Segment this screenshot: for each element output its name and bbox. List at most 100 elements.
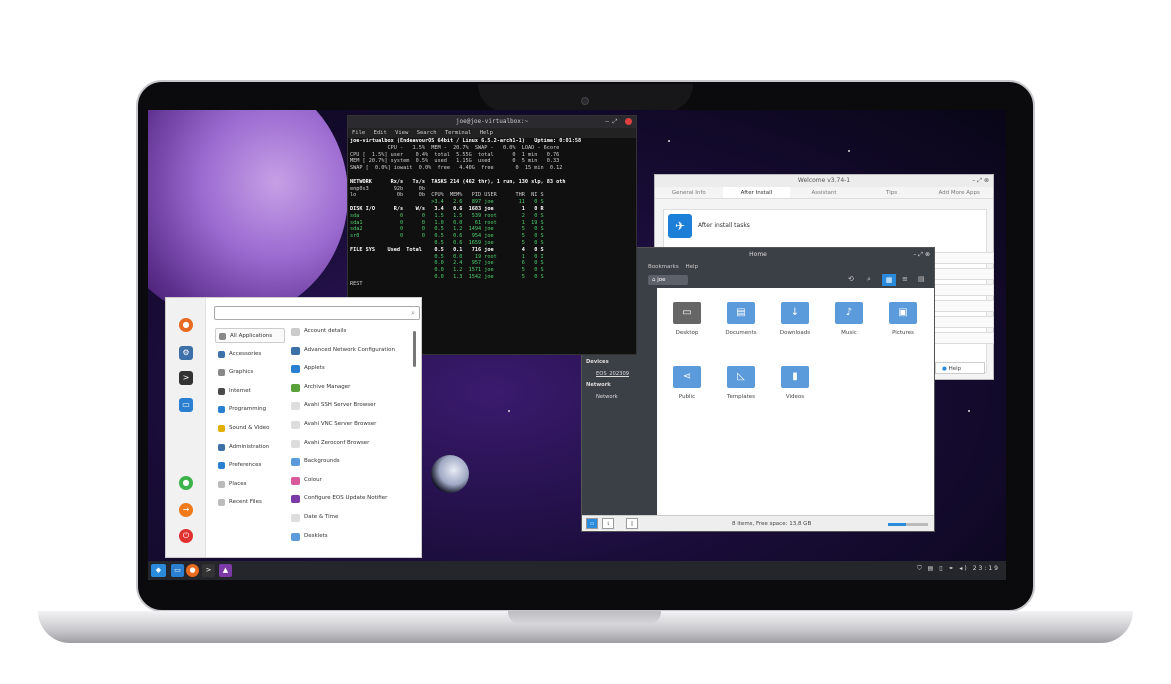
menu-app-item[interactable]: Account details bbox=[291, 324, 346, 339]
menu-bookmarks[interactable]: Bookmarks bbox=[648, 264, 679, 270]
menu-scrollbar[interactable] bbox=[413, 331, 416, 367]
clock[interactable]: 23:19 bbox=[973, 565, 1000, 572]
terminal-titlebar[interactable]: joe@joe-virtualbox:~ – ⤢ bbox=[348, 116, 636, 128]
welcome-titlebar[interactable]: Welcome v3.74-1 – ⤢ ⊗ bbox=[655, 175, 993, 187]
menu-app-item[interactable]: Avahi Zeroconf Browser bbox=[291, 436, 369, 451]
menu-category-item[interactable]: Recent Files bbox=[215, 495, 285, 510]
menu-category-item[interactable]: Internet bbox=[215, 384, 285, 399]
welcome-launcher-icon[interactable]: ▲ bbox=[219, 564, 232, 577]
menu-category-item[interactable]: Accessories bbox=[215, 347, 285, 362]
close-icon[interactable] bbox=[625, 118, 632, 125]
welcome-button[interactable] bbox=[934, 252, 994, 264]
folder-label: Downloads bbox=[779, 330, 811, 336]
tab-general-info[interactable]: General Info bbox=[655, 187, 723, 198]
folder-pictures[interactable]: ▣ Pictures bbox=[883, 302, 923, 336]
close-icon[interactable]: ⊗ bbox=[984, 177, 989, 184]
menu-search[interactable]: Search bbox=[417, 130, 437, 136]
menu-edit[interactable]: Edit bbox=[374, 130, 387, 136]
folder-documents[interactable]: ▤ Documents bbox=[721, 302, 761, 336]
sidebar-item-network[interactable]: Network bbox=[582, 392, 657, 404]
category-icon bbox=[218, 499, 225, 507]
package-icon[interactable]: ▤ bbox=[928, 565, 936, 572]
menu-app-item[interactable]: Colour bbox=[291, 473, 322, 488]
grid-view-icon[interactable]: ▦ bbox=[882, 274, 896, 286]
tab-add-more-apps[interactable]: Add More Apps bbox=[925, 187, 993, 198]
welcome-button[interactable] bbox=[934, 316, 994, 328]
minimize-icon[interactable]: – bbox=[605, 118, 609, 125]
help-button[interactable]: ● Help bbox=[935, 362, 985, 374]
settings-icon[interactable]: ⚙ bbox=[179, 346, 193, 360]
menu-category-item[interactable]: Administration bbox=[215, 440, 285, 455]
sidebar-header-network[interactable]: Network bbox=[582, 380, 657, 392]
menu-app-item[interactable]: Avahi SSH Server Browser bbox=[291, 398, 376, 413]
folder-public[interactable]: ⋖ Public bbox=[667, 366, 707, 400]
templates-folder-icon: ◺ bbox=[727, 366, 755, 388]
power-icon[interactable]: ⏻ bbox=[179, 529, 193, 543]
lock-icon[interactable]: ● bbox=[179, 476, 193, 490]
uptime-text: Uptime: 0:01:58 bbox=[534, 138, 582, 144]
menu-app-item[interactable]: Backgrounds bbox=[291, 454, 340, 469]
compact-view-icon[interactable]: ▤ bbox=[918, 275, 925, 283]
star bbox=[968, 410, 970, 412]
menu-help[interactable]: Help bbox=[480, 130, 493, 136]
terminal-launcher-icon[interactable]: > bbox=[202, 564, 215, 577]
places-pane-button[interactable]: ▭ bbox=[586, 518, 598, 529]
menu-category-item[interactable]: Places bbox=[215, 477, 285, 492]
menu-category-item[interactable]: Preferences bbox=[215, 458, 285, 473]
reload-icon[interactable]: ⟲ bbox=[848, 275, 854, 283]
sidebar-item-device[interactable]: EOS_202309 bbox=[582, 369, 657, 381]
menu-app-item[interactable]: Advanced Network Configuration bbox=[291, 343, 395, 358]
sidebar-header-devices[interactable]: Devices bbox=[582, 357, 657, 369]
list-view-icon[interactable]: ≡ bbox=[902, 275, 908, 283]
network-icon[interactable]: ⚭ bbox=[948, 565, 955, 572]
menu-help[interactable]: Help bbox=[685, 264, 698, 270]
menu-category-item[interactable]: Programming bbox=[215, 402, 285, 417]
folder-templates[interactable]: ◺ Templates bbox=[721, 366, 761, 400]
minimize-icon[interactable]: – bbox=[913, 251, 916, 258]
welcome-button[interactable] bbox=[934, 268, 994, 280]
menu-app-item[interactable]: Configure EOS Update Notifier bbox=[291, 491, 387, 506]
menu-app-item[interactable]: Archive Manager bbox=[291, 380, 350, 395]
volume-icon[interactable]: ◂) bbox=[959, 565, 968, 572]
files-icon[interactable]: ▭ bbox=[179, 398, 193, 412]
maximize-icon[interactable]: ⤢ bbox=[918, 251, 923, 258]
close-icon[interactable]: ⊗ bbox=[925, 251, 930, 258]
menu-app-item[interactable]: Desklets bbox=[291, 529, 328, 544]
removable-drive-icon[interactable]: ▯ bbox=[939, 565, 944, 572]
welcome-button[interactable] bbox=[934, 300, 994, 312]
maximize-icon[interactable]: ⤢ bbox=[977, 177, 982, 184]
tree-pane-button[interactable]: ⇂ bbox=[602, 518, 614, 529]
folder-downloads[interactable]: ↓ Downloads bbox=[775, 302, 815, 336]
tab-after-install[interactable]: After Install bbox=[722, 187, 791, 198]
menu-app-item[interactable]: Avahi VNC Server Browser bbox=[291, 417, 376, 432]
menu-terminal[interactable]: Terminal bbox=[445, 130, 472, 136]
firefox-icon[interactable]: ● bbox=[179, 318, 193, 332]
folder-videos[interactable]: ▮ Videos bbox=[775, 366, 815, 400]
welcome-button[interactable] bbox=[934, 284, 994, 296]
menu-category-item[interactable]: Sound & Video bbox=[215, 421, 285, 436]
shield-icon[interactable]: ⛉ bbox=[917, 565, 924, 572]
maximize-icon[interactable]: ⤢ bbox=[613, 118, 618, 125]
menu-category-item[interactable]: All Applications bbox=[215, 328, 285, 343]
tab-assistant[interactable]: Assistant bbox=[790, 187, 858, 198]
menu-file[interactable]: File bbox=[352, 130, 365, 136]
breadcrumb-home[interactable]: ⌂ joe bbox=[648, 275, 688, 285]
zoom-slider[interactable] bbox=[888, 523, 928, 526]
welcome-button[interactable] bbox=[934, 332, 994, 344]
minimize-icon[interactable]: – bbox=[972, 177, 975, 184]
menu-category-item[interactable]: Graphics bbox=[215, 365, 285, 380]
menu-app-item[interactable]: Date & Time bbox=[291, 510, 338, 525]
folder-desktop[interactable]: ▭ Desktop bbox=[667, 302, 707, 336]
terminal-icon[interactable]: > bbox=[179, 371, 193, 385]
close-pane-button[interactable]: ▯ bbox=[626, 518, 638, 529]
tab-tips[interactable]: Tips bbox=[858, 187, 926, 198]
folder-music[interactable]: ♪ Music bbox=[829, 302, 869, 336]
files-launcher-icon[interactable]: ▭ bbox=[171, 564, 184, 577]
menu-search-input[interactable]: ⌕ bbox=[214, 306, 420, 320]
logout-icon[interactable]: → bbox=[179, 503, 193, 517]
menu-view[interactable]: View bbox=[395, 130, 408, 136]
search-icon[interactable]: ⌕ bbox=[867, 275, 871, 284]
firefox-launcher-icon[interactable]: ● bbox=[186, 564, 199, 577]
menu-launcher-icon[interactable]: ◆ bbox=[151, 564, 166, 577]
menu-app-item[interactable]: Applets bbox=[291, 361, 325, 376]
